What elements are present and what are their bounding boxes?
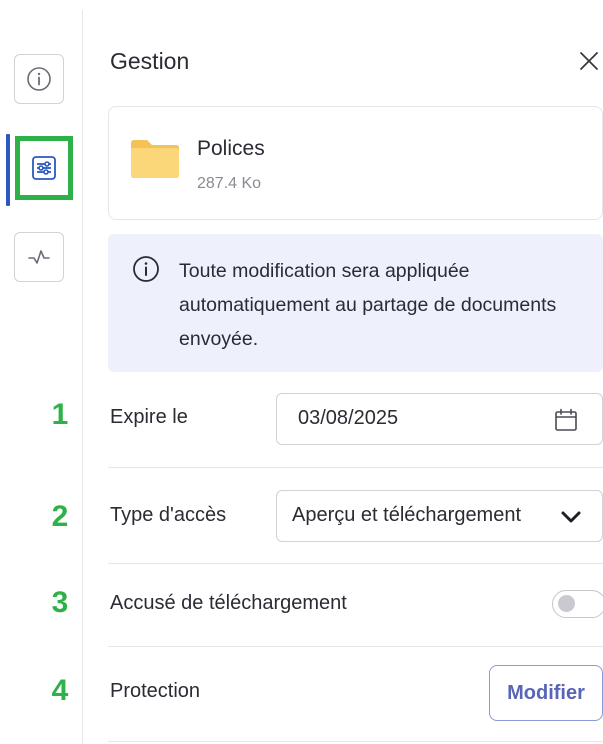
folder-icon: [131, 140, 179, 178]
modify-protection-button[interactable]: Modifier: [489, 665, 603, 721]
activity-icon: [28, 250, 50, 264]
sliders-icon: [32, 156, 56, 180]
file-card: Polices 287.4 Ko: [108, 106, 603, 220]
activity-tab-button[interactable]: [14, 232, 64, 282]
access-type-select[interactable]: Aperçu et téléchargement: [276, 490, 603, 542]
settings-tab-button[interactable]: [15, 136, 73, 200]
management-panel: Gestion Polices 287.4 Ko Toute modificat…: [0, 0, 603, 744]
row-divider: [108, 741, 603, 742]
protection-label: Protection: [110, 680, 201, 702]
row-divider: [108, 467, 603, 468]
download-receipt-label: Accusé de téléchargement: [110, 592, 347, 614]
access-type-label: Type d'accès: [110, 504, 227, 526]
expiry-date-input[interactable]: 03/08/2025: [276, 393, 603, 445]
file-name: Polices: [197, 137, 265, 160]
rail-divider: [82, 10, 83, 744]
expiry-date-value: 03/08/2025: [298, 407, 399, 429]
info-icon: [27, 67, 51, 91]
row-number-1: 1: [51, 398, 69, 431]
download-receipt-toggle[interactable]: [552, 590, 603, 618]
expiry-label: Expire le: [110, 406, 188, 428]
row-number-4: 4: [51, 674, 69, 707]
active-tab-indicator: [6, 134, 10, 206]
chevron-down-icon: [561, 511, 581, 523]
info-icon: [133, 256, 159, 282]
panel-title: Gestion: [110, 48, 190, 74]
close-icon: [580, 52, 598, 70]
calendar-icon[interactable]: [553, 407, 579, 433]
row-number-3: 3: [51, 586, 69, 619]
toggle-knob: [558, 595, 575, 612]
access-type-value: Aperçu et téléchargement: [292, 504, 522, 526]
row-number-2: 2: [51, 500, 69, 533]
row-divider: [108, 563, 603, 564]
close-button[interactable]: [574, 46, 603, 76]
file-size: 287.4 Ko: [197, 175, 262, 192]
info-notice-text: Toute modification sera appliquée automa…: [179, 260, 557, 350]
info-tab-button[interactable]: [14, 54, 64, 104]
info-notice: Toute modification sera appliquée automa…: [108, 234, 603, 372]
row-divider: [108, 646, 603, 647]
